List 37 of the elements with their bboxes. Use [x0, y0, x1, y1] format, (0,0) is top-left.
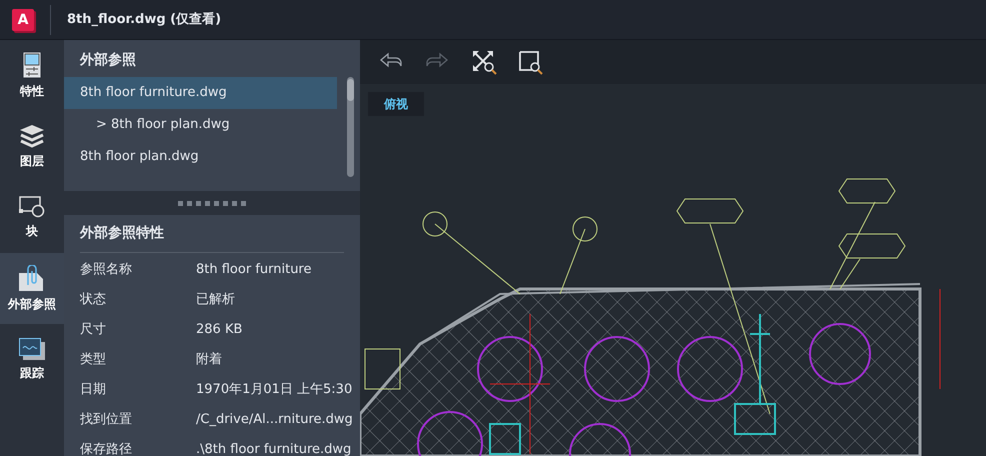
- wave-icon: [19, 338, 45, 360]
- panel-title: 外部参照: [78, 50, 137, 70]
- scrollbar-thumb[interactable]: [347, 79, 354, 101]
- block-icon: [19, 196, 45, 218]
- rail-tab[interactable]: 特性: [0, 40, 64, 111]
- xref-item[interactable]: 8th floor furniture.dwg: [64, 77, 337, 109]
- rail-tab[interactable]: 块: [0, 182, 64, 253]
- app-logo: A: [12, 8, 34, 30]
- paperclip-icon: [19, 264, 45, 290]
- property-label: 找到位置: [80, 411, 133, 429]
- property-label: 参照名称: [80, 261, 133, 279]
- view-label[interactable]: 俯视: [368, 92, 424, 116]
- rail-tab[interactable]: 图层: [0, 111, 64, 182]
- xref-item[interactable]: 8th floor plan.dwg: [64, 141, 337, 173]
- rail-tab[interactable]: 跟踪: [0, 324, 64, 395]
- zoom-extents-icon: [470, 48, 498, 76]
- panel-title: 外部参照特性: [78, 224, 165, 243]
- property-value: 已解析: [196, 291, 235, 309]
- property-label: 类型: [80, 351, 107, 369]
- xref-item[interactable]: > 8th floor plan.dwg: [64, 109, 337, 141]
- property-label: 保存路径: [80, 441, 133, 456]
- property-value: .\8th floor furniture.dwg: [196, 441, 352, 456]
- monitor-icon: [23, 52, 41, 78]
- property-value: /C_drive/Al...rniture.dwg: [196, 411, 353, 429]
- splitter-handle[interactable]: [64, 191, 360, 215]
- property-value: 附着: [196, 351, 222, 369]
- property-label: 日期: [80, 381, 107, 399]
- zoom-window-icon: [516, 48, 544, 76]
- property-label: 尺寸: [80, 321, 107, 339]
- property-value: 286 KB: [196, 321, 242, 339]
- property-label: 状态: [80, 291, 107, 309]
- window-title: 8th_floor.dwg (仅查看): [67, 10, 222, 29]
- drawing-canvas[interactable]: 俯视: [360, 40, 986, 456]
- rail-tab[interactable]: 外部参照: [0, 253, 64, 324]
- property-value: 8th floor furniture: [196, 261, 312, 279]
- property-value: 1970年1月01日 上午5:30: [196, 381, 352, 399]
- layers-icon: [19, 124, 45, 148]
